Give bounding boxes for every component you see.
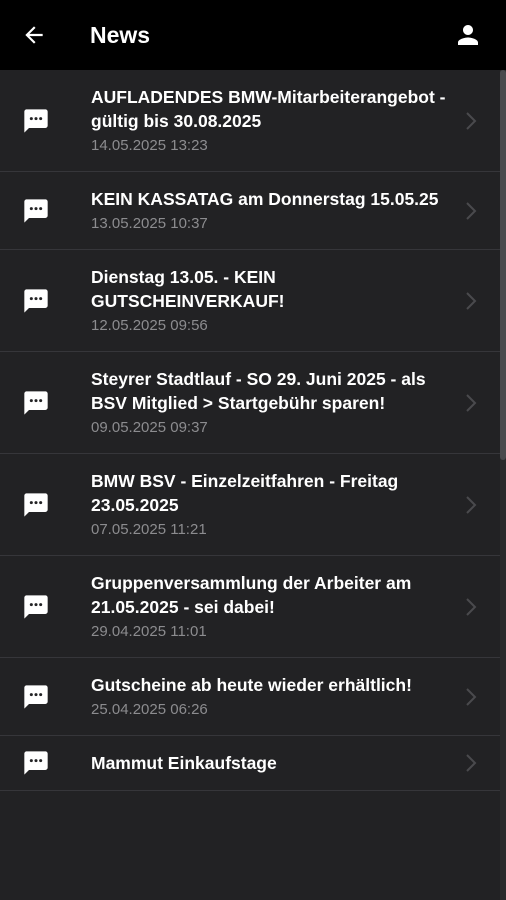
news-item-date: 07.05.2025 11:21	[91, 521, 207, 538]
page-title: News	[90, 22, 151, 48]
profile-button[interactable]	[448, 15, 488, 55]
news-item-title: Gutscheine ab heute wieder erhältlich!	[91, 675, 412, 695]
news-item-title: Mammut Einkaufstage	[91, 753, 277, 773]
chevron-right-icon	[466, 597, 477, 616]
chevron-right-icon	[466, 291, 477, 310]
news-list-item[interactable]: BMW BSV - Einzelzeitfahren - Freitag 23.…	[0, 454, 500, 556]
news-item-text: Mammut Einkaufstage	[91, 736, 451, 790]
news-item-text: BMW BSV - Einzelzeitfahren - Freitag 23.…	[91, 454, 451, 555]
news-item-title: Dienstag 13.05. - KEIN GUTSCHEINVERKAUF!	[91, 267, 285, 311]
chat-bubble-icon	[24, 751, 48, 775]
news-item-title: KEIN KASSATAG am Donnerstag 15.05.25	[91, 189, 439, 209]
news-item-title: Steyrer Stadtlauf - SO 29. Juni 2025 - a…	[91, 369, 426, 413]
news-item-date: 13.05.2025 10:37	[91, 215, 208, 232]
top-app-bar: News	[0, 0, 506, 70]
news-item-text: Dienstag 13.05. - KEIN GUTSCHEINVERKAUF!…	[91, 250, 451, 351]
chat-bubble-icon	[24, 492, 48, 517]
chat-bubble-icon	[24, 684, 48, 709]
news-item-text: KEIN KASSATAG am Donnerstag 15.05.25 13.…	[91, 172, 451, 249]
news-list-item[interactable]: Steyrer Stadtlauf - SO 29. Juni 2025 - a…	[0, 352, 500, 454]
chevron-right-icon	[466, 201, 477, 220]
news-item-text: AUFLADENDES BMW-Mitarbeiterangebot - gül…	[91, 70, 451, 171]
news-list-item[interactable]: Gruppenversammlung der Arbeiter am 21.05…	[0, 556, 500, 658]
chat-bubble-icon	[24, 108, 48, 133]
news-item-text: Gutscheine ab heute wieder erhältlich! 2…	[91, 658, 451, 735]
chevron-right-icon	[466, 111, 477, 130]
news-item-date: 12.05.2025 09:56	[91, 317, 208, 334]
chat-bubble-icon	[24, 288, 48, 313]
news-list-item[interactable]: Gutscheine ab heute wieder erhältlich! 2…	[0, 658, 500, 736]
news-item-date: 09.05.2025 09:37	[91, 419, 208, 436]
chevron-right-icon	[466, 393, 477, 412]
news-list[interactable]: AUFLADENDES BMW-Mitarbeiterangebot - gül…	[0, 70, 500, 900]
news-list-item[interactable]: KEIN KASSATAG am Donnerstag 15.05.25 13.…	[0, 172, 500, 250]
chevron-right-icon	[466, 754, 477, 772]
news-list-item[interactable]: AUFLADENDES BMW-Mitarbeiterangebot - gül…	[0, 70, 500, 172]
news-item-date: 25.04.2025 06:26	[91, 701, 208, 718]
news-item-text: Gruppenversammlung der Arbeiter am 21.05…	[91, 556, 451, 657]
chat-bubble-icon	[24, 198, 48, 223]
scrollbar[interactable]	[500, 70, 506, 900]
chevron-right-icon	[466, 687, 477, 706]
news-list-item[interactable]: Dienstag 13.05. - KEIN GUTSCHEINVERKAUF!…	[0, 250, 500, 352]
news-list-item[interactable]: Mammut Einkaufstage	[0, 736, 500, 791]
chevron-right-icon	[466, 495, 477, 514]
news-item-title: Gruppenversammlung der Arbeiter am 21.05…	[91, 573, 412, 617]
news-item-title: BMW BSV - Einzelzeitfahren - Freitag 23.…	[91, 471, 399, 515]
news-item-date: 29.04.2025 11:01	[91, 623, 207, 640]
news-screen: News AUFLADENDES BMW-Mitarbeiterangebot …	[0, 0, 506, 900]
person-icon	[458, 25, 478, 45]
arrow-left-icon	[25, 26, 43, 44]
news-item-title: AUFLADENDES BMW-Mitarbeiterangebot - gül…	[91, 87, 446, 131]
scrollbar-thumb[interactable]	[500, 70, 506, 460]
news-items: AUFLADENDES BMW-Mitarbeiterangebot - gül…	[0, 70, 500, 791]
back-button[interactable]	[14, 15, 54, 55]
news-item-date: 14.05.2025 13:23	[91, 137, 208, 154]
chat-bubble-icon	[24, 390, 48, 415]
news-item-text: Steyrer Stadtlauf - SO 29. Juni 2025 - a…	[91, 352, 451, 453]
chat-bubble-icon	[24, 594, 48, 619]
